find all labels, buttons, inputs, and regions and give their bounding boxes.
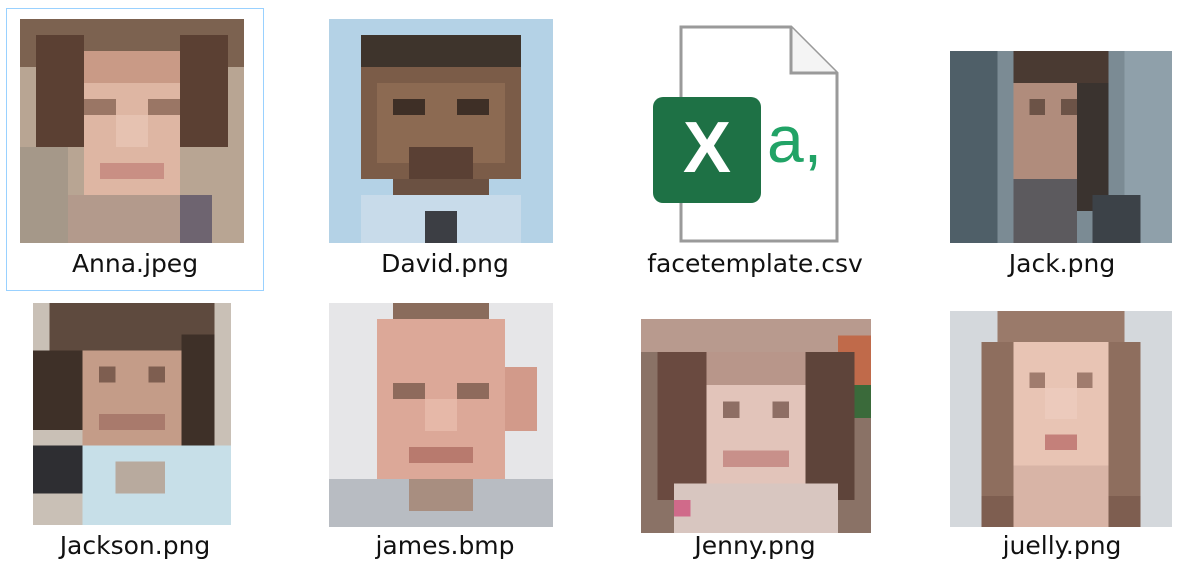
photo-thumbnail-jackson	[33, 303, 231, 525]
file-item-anna[interactable]: Anna.jpeg	[6, 8, 264, 291]
file-item-james[interactable]: james.bmp	[316, 296, 574, 573]
photo-thumbnail-david	[329, 19, 553, 243]
file-name-label: facetemplate.csv	[647, 249, 863, 278]
photo-thumbnail-jack	[950, 51, 1172, 243]
file-name-label: Anna.jpeg	[71, 249, 199, 278]
file-item-jenny[interactable]: Jenny.png	[626, 296, 884, 573]
file-name-label: juelly.png	[1002, 531, 1122, 560]
file-name-label: David.png	[381, 249, 509, 278]
file-name-label: james.bmp	[375, 531, 515, 560]
file-item-david[interactable]: David.png	[316, 8, 574, 291]
file-name-label: Jenny.png	[694, 531, 816, 560]
photo-thumbnail-anna	[20, 19, 244, 243]
file-item-jack[interactable]: Jack.png	[933, 8, 1183, 291]
photo-thumbnail-juelly	[950, 311, 1172, 527]
file-name-label: Jackson.png	[59, 531, 211, 560]
csv-badge-text: a,	[767, 102, 823, 176]
file-item-facetemplate[interactable]: X a, facetemplate.csv	[626, 8, 884, 291]
file-name-label: Jack.png	[1008, 249, 1116, 278]
excel-badge-letter: X	[682, 108, 732, 188]
photo-thumbnail-james	[329, 303, 553, 527]
photo-thumbnail-jenny	[641, 319, 871, 533]
file-item-jackson[interactable]: Jackson.png	[6, 296, 264, 573]
file-icon-grid: Anna.jpeg David.png X a, facetemplate.cs…	[0, 0, 1183, 573]
file-item-juelly[interactable]: juelly.png	[933, 296, 1183, 573]
